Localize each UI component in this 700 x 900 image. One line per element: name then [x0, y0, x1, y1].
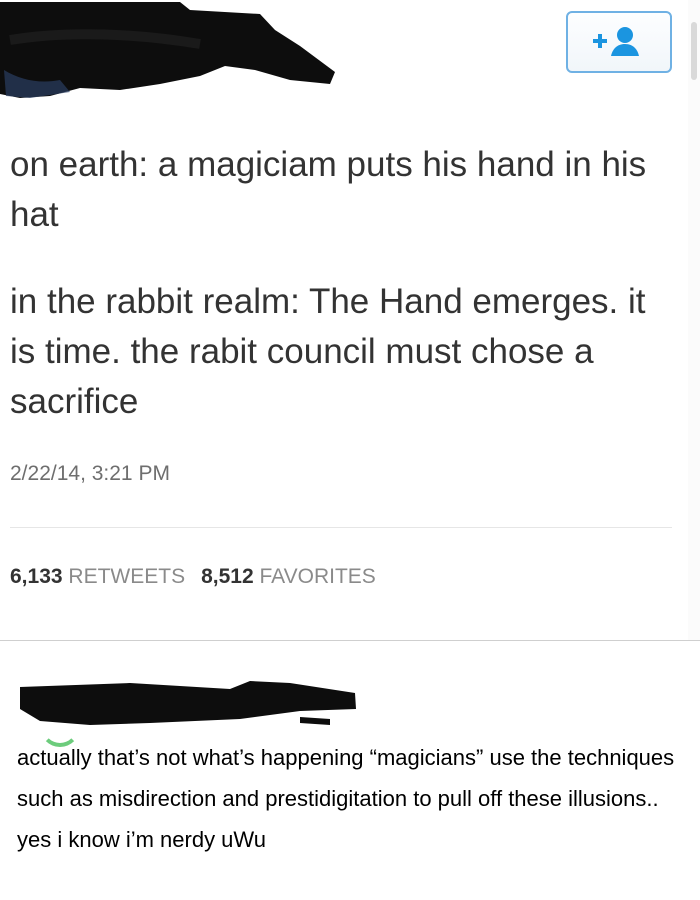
tweet-timestamp[interactable]: 2/22/14, 3:21 PM [10, 462, 170, 486]
tweet-card: on earth: a magiciam puts his hand in hi… [0, 0, 700, 640]
reply-text: actually that’s not what’s happening “ma… [17, 745, 675, 852]
retweets-label: RETWEETS [68, 565, 186, 588]
tweet-text-paragraph-2: in the rabbit realm: The Hand emerges. i… [10, 282, 646, 421]
scrollbar[interactable] [688, 0, 700, 640]
scrollbar-thumb[interactable] [691, 22, 697, 80]
redacted-username [0, 2, 335, 98]
favorites-count: 8,512 [201, 565, 254, 588]
add-user-icon [593, 27, 639, 56]
tweet-stats: 6,133 RETWEETS 8,512 FAVORITES [10, 565, 376, 589]
favorites-stat[interactable]: 8,512 FAVORITES [201, 565, 376, 589]
retweets-count: 6,133 [10, 565, 63, 588]
retweets-stat[interactable]: 6,133 RETWEETS [10, 565, 185, 589]
tweet-text-paragraph-1: on earth: a magiciam puts his hand in hi… [10, 145, 647, 234]
divider [10, 527, 672, 528]
follow-button[interactable] [566, 11, 672, 73]
reply-post: actually that’s not what’s happening “ma… [0, 641, 700, 900]
favorites-label: FAVORITES [259, 565, 376, 588]
